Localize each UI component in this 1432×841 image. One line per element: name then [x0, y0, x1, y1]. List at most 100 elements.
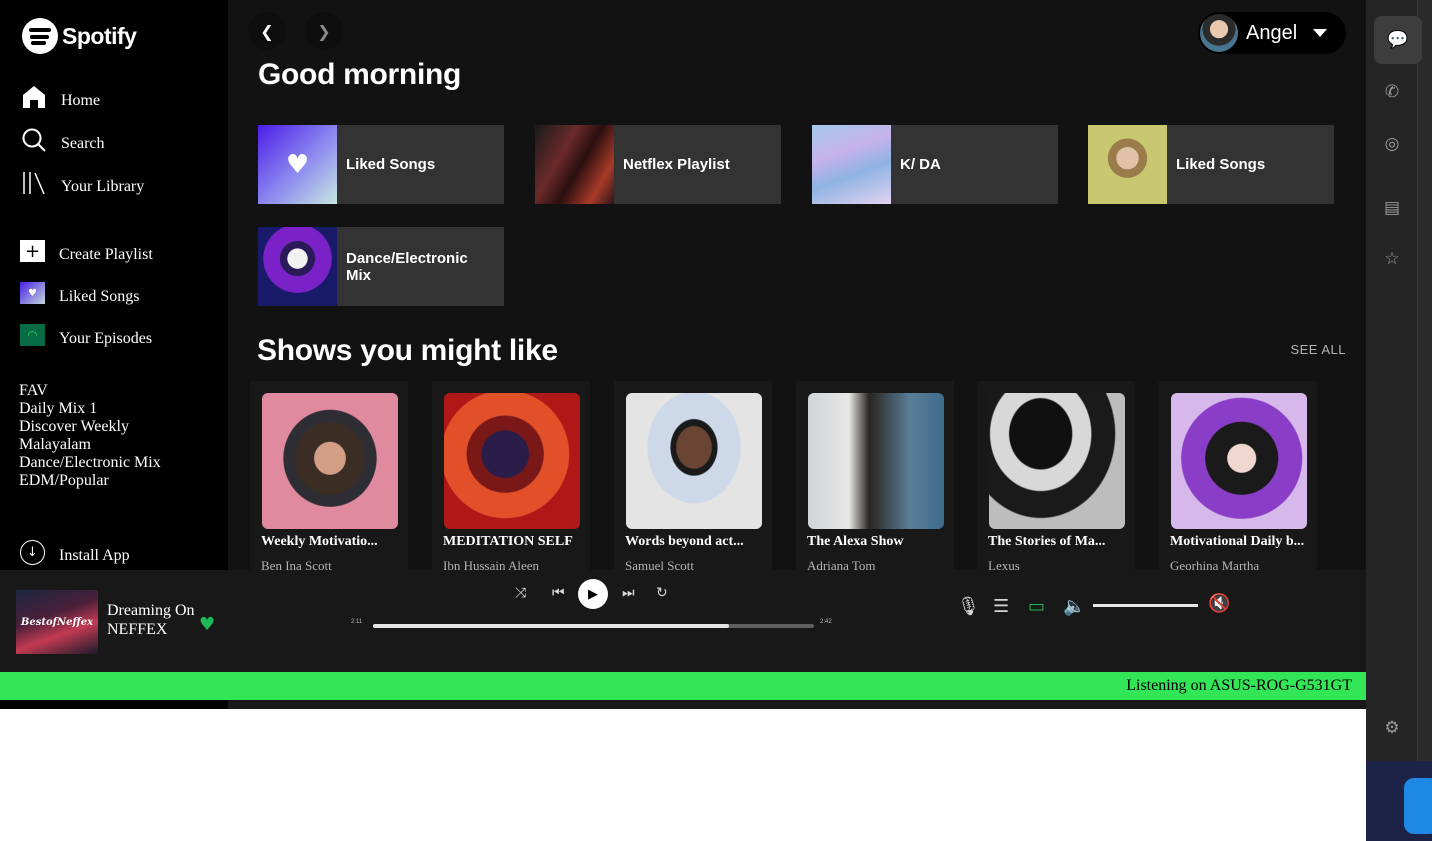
quick-pick-card[interactable]: ♥ Liked Songs [258, 125, 504, 204]
show-cover-image [808, 393, 944, 529]
play-button[interactable]: ▶ [578, 579, 608, 609]
volume-slider[interactable] [1093, 604, 1198, 607]
show-title: Weekly Motivatio... [261, 534, 378, 549]
lyrics-mic-icon[interactable]: 🎙 [957, 596, 980, 617]
install-app-label: Install App [59, 546, 130, 564]
playlist-item[interactable]: FAV [19, 382, 161, 400]
create-playlist-label: Create Playlist [59, 246, 153, 263]
finder-app-icon[interactable] [1404, 778, 1432, 834]
track-title[interactable]: Dreaming On [107, 602, 195, 620]
playlist-cover-image [1088, 125, 1167, 204]
listening-on-bar: Listening on ASUS-ROG-G531GT [0, 672, 1366, 700]
quick-pick-card[interactable]: Dance/Electronic Mix [258, 227, 504, 306]
status-ring-icon[interactable]: ◎ [1376, 128, 1408, 160]
shuffle-icon[interactable]: ⤨ [515, 585, 526, 601]
track-artist[interactable]: NEFFEX [107, 621, 167, 639]
spotify-logo-icon [22, 18, 58, 54]
show-author: Georhina Martha [1170, 558, 1260, 570]
liked-songs-thumb: ♥ [258, 125, 337, 204]
settings-gear-icon[interactable]: ⚙ [1376, 712, 1408, 744]
your-episodes-label: Your Episodes [59, 330, 153, 347]
nav-home[interactable]: Home [20, 83, 100, 111]
playlist-list: FAV Daily Mix 1 Discover Weekly Malayala… [19, 382, 161, 490]
greeting-title: Good morning [258, 58, 462, 91]
chevron-right-icon: ❯ [317, 21, 331, 41]
playlist-item[interactable]: Malayalam [19, 436, 161, 454]
brand-name: Spotify [62, 22, 137, 49]
playlist-item[interactable]: Daily Mix 1 [19, 400, 161, 418]
elapsed-time: 2:11 [351, 619, 363, 625]
chevron-left-icon: ❮ [260, 21, 274, 41]
playlist-cover-image [812, 125, 891, 204]
repeat-icon[interactable]: ↻ [656, 585, 668, 601]
show-card[interactable]: Words beyond act... Samuel Scott [614, 381, 772, 570]
show-title: MEDITATION SELF [443, 534, 573, 549]
playlist-item[interactable]: EDM/Popular [19, 472, 161, 490]
podcast-icon: ◠ [20, 324, 45, 346]
quick-pick-label: Liked Songs [346, 156, 436, 173]
show-author: Ben Ina Scott [261, 558, 332, 570]
avatar [1200, 14, 1238, 52]
user-menu[interactable]: Angel [1198, 12, 1346, 54]
devices-icon[interactable]: ▭ [1028, 596, 1045, 617]
heart-icon: ♥ [285, 149, 310, 180]
play-icon: ▶ [588, 586, 598, 602]
mute-icon[interactable]: 🔇 [1208, 593, 1230, 614]
download-icon: ↓ [20, 540, 45, 565]
phone-icon[interactable]: ✆ [1376, 76, 1408, 108]
home-icon [20, 83, 48, 111]
plus-icon: + [20, 240, 45, 262]
show-author: Lexus [988, 558, 1020, 570]
volume-fill [1093, 604, 1198, 607]
show-card[interactable]: Motivational Daily b... Georhina Martha [1159, 381, 1317, 570]
back-button[interactable]: ❮ [248, 12, 286, 50]
show-title: Words beyond act... [625, 534, 744, 549]
show-title: Motivational Daily b... [1170, 534, 1305, 549]
quick-pick-card[interactable]: Netflex Playlist [535, 125, 781, 204]
show-title: The Stories of Ma... [988, 534, 1106, 549]
forward-button[interactable]: ❯ [305, 12, 343, 50]
like-heart-icon[interactable]: ♥ [199, 614, 215, 635]
star-icon[interactable]: ☆ [1376, 243, 1408, 275]
side-dock: 💬 ✆ ◎ ▤ ☆ ⚙ [1366, 0, 1432, 841]
nav-label: Your Library [61, 178, 145, 195]
show-author: Adriana Tom [807, 558, 876, 570]
queue-icon[interactable]: ☰ [993, 596, 1009, 617]
search-icon [20, 126, 48, 154]
spotify-logo[interactable]: Spotify [22, 18, 137, 54]
quick-pick-card[interactable]: Liked Songs [1088, 125, 1334, 204]
dock-edge [1418, 0, 1432, 761]
nav-label: Search [61, 135, 105, 152]
show-author: Samuel Scott [625, 558, 694, 570]
see-all-link[interactable]: SEE ALL [1290, 342, 1346, 357]
create-playlist-button[interactable]: + Create Playlist [20, 238, 153, 264]
nav-search[interactable]: Search [20, 126, 105, 154]
previous-icon[interactable]: ⏮ [552, 585, 565, 601]
your-episodes-link[interactable]: ◠ Your Episodes [20, 322, 152, 348]
show-cover-image [626, 393, 762, 529]
progress-bar[interactable] [373, 624, 814, 628]
quick-pick-label: Dance/Electronic Mix [346, 249, 468, 284]
show-card[interactable]: MEDITATION SELF Ibn Hussain Aleen [432, 381, 590, 570]
volume-icon[interactable]: 🔈 [1063, 596, 1085, 617]
show-card[interactable]: The Alexa Show Adriana Tom [796, 381, 954, 570]
next-icon[interactable]: ⏭ [622, 585, 635, 601]
show-card[interactable]: The Stories of Ma... Lexus [977, 381, 1135, 570]
player-bottom-strip [228, 700, 1366, 709]
show-card[interactable]: Weekly Motivatio... Ben Ina Scott [250, 381, 408, 570]
quick-pick-card[interactable]: K/ DA [812, 125, 1058, 204]
sidebar-bottom-strip [0, 700, 228, 709]
liked-songs-link[interactable]: ♥ Liked Songs [20, 280, 139, 306]
show-cover-image [262, 393, 398, 529]
nav-library[interactable]: Your Library [20, 169, 144, 197]
archive-icon[interactable]: ▤ [1376, 192, 1408, 224]
install-app-button[interactable]: ↓ Install App [20, 540, 130, 565]
chat-icon[interactable]: 💬 [1374, 16, 1422, 64]
quick-pick-label: Netflex Playlist [623, 156, 730, 173]
show-cover-image [989, 393, 1125, 529]
user-name: Angel [1246, 21, 1298, 44]
playlist-item[interactable]: Dance/Electronic Mix [19, 454, 161, 472]
playlist-item[interactable]: Discover Weekly [19, 418, 161, 436]
playlist-cover-image [535, 125, 614, 204]
heart-icon: ♥ [20, 282, 45, 304]
